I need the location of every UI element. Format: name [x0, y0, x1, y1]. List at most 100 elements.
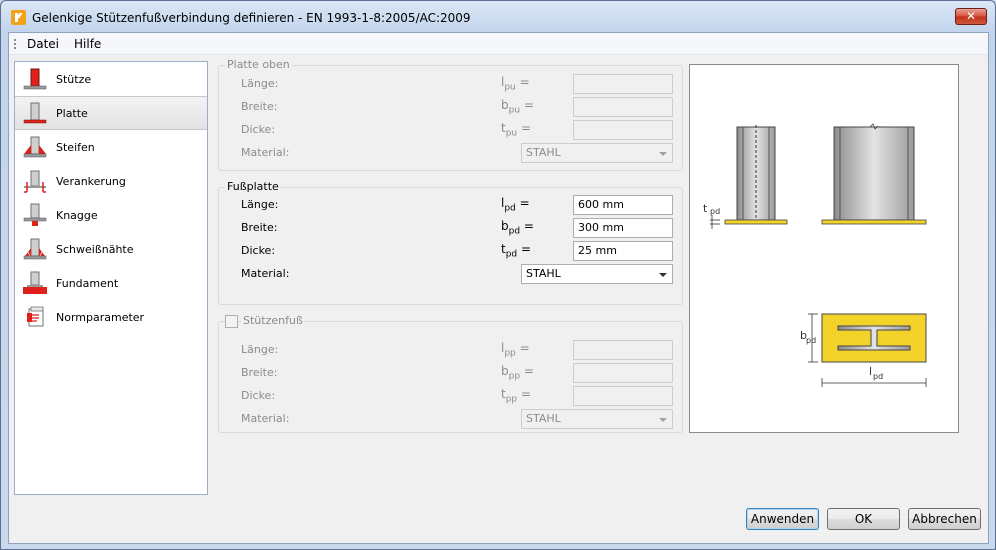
sym-sub: pu	[504, 82, 516, 93]
label-material: Material:	[241, 412, 290, 425]
preview-l-label: l	[869, 365, 872, 378]
label-laenge: Länge:	[241, 343, 279, 356]
sym-equals: =	[523, 364, 534, 378]
nav-label: Normparameter	[56, 310, 145, 324]
chevron-down-icon	[659, 418, 667, 422]
nav-item-knagge[interactable]: Knagge	[15, 198, 207, 232]
sym-sub: pd	[508, 226, 521, 237]
input-b-pu[interactable]	[573, 97, 673, 117]
nav-item-stuetze[interactable]: Stütze	[15, 62, 207, 96]
row-breite: Breite: bpp =	[219, 363, 684, 383]
sym-sub: pd	[504, 203, 516, 214]
row-laenge: Länge: lpd = 600 mm	[219, 195, 684, 215]
symbol-b-pp: bpp =	[501, 364, 561, 381]
sym-sub: pu	[508, 105, 521, 116]
nav-item-steifen[interactable]: Steifen	[15, 130, 207, 164]
sym-sub: pd	[505, 249, 518, 260]
sym-equals: =	[520, 387, 532, 401]
sym-sub: pp	[505, 394, 518, 405]
close-button[interactable]: ✕	[955, 8, 987, 25]
apply-button[interactable]: Anwenden	[746, 508, 819, 530]
sym-main: b	[501, 219, 509, 233]
nav-item-normparameter[interactable]: Normparameter	[15, 300, 207, 334]
preview-t-sub: pd	[710, 207, 720, 216]
row-breite: Breite: bpd = 300 mm	[219, 218, 684, 238]
select-material-stub[interactable]: STAHL	[521, 409, 673, 429]
navigation-list: Stütze Platte Steifen Verankerung Knagge…	[14, 61, 208, 495]
label-dicke: Dicke:	[241, 123, 276, 136]
sym-equals: =	[519, 196, 530, 210]
nav-item-platte[interactable]: Platte	[15, 96, 207, 130]
row-material: Material: STAHL	[219, 143, 684, 163]
input-l-pp[interactable]	[573, 340, 673, 360]
nav-label: Knagge	[56, 208, 98, 222]
group-title: Platte oben	[225, 58, 292, 71]
label-laenge: Länge:	[241, 198, 279, 211]
dialog-client: Datei Hilfe Stütze Platte Steifen Verank…	[8, 32, 989, 544]
input-t-pd[interactable]: 25 mm	[573, 241, 673, 261]
combo-value: STAHL	[526, 267, 561, 280]
symbol-t-pd: tpd =	[501, 242, 561, 259]
select-material-top[interactable]: STAHL	[521, 143, 673, 163]
label-breite: Breite:	[241, 221, 278, 234]
ok-button[interactable]: OK	[827, 508, 900, 530]
sym-equals: =	[523, 219, 534, 233]
symbol-l-pu: lpu =	[501, 75, 561, 92]
symbol-t-pu: tpu =	[501, 121, 561, 138]
stiffener-icon	[23, 136, 47, 158]
row-dicke: Dicke: tpd = 25 mm	[219, 241, 684, 261]
sym-sub: pp	[504, 348, 516, 359]
input-b-pd[interactable]: 300 mm	[573, 218, 673, 238]
group-title-text: Stützenfuß	[243, 314, 303, 327]
side-view: t pd	[703, 125, 788, 229]
input-t-pu[interactable]	[573, 120, 673, 140]
cancel-button[interactable]: Abbrechen	[908, 508, 981, 530]
label-material: Material:	[241, 267, 290, 280]
shear-key-icon	[23, 203, 47, 226]
checkbox-stuetzenfuss[interactable]	[225, 315, 238, 328]
sym-equals: =	[519, 75, 530, 89]
row-material: Material: STAHL	[219, 264, 684, 284]
nav-label: Fundament	[56, 276, 119, 290]
row-breite: Breite: bpu =	[219, 97, 684, 117]
row-laenge: Länge: lpp =	[219, 340, 684, 360]
title-bar[interactable]: Gelenkige Stützenfußverbindung definiere…	[1, 1, 995, 33]
symbol-l-pp: lpp =	[501, 341, 561, 358]
menu-hilfe[interactable]: Hilfe	[74, 37, 101, 51]
sym-main: b	[501, 98, 509, 112]
nav-label: Stütze	[56, 72, 92, 86]
preview-panel: t pd b pd l pd	[689, 64, 959, 433]
input-b-pp[interactable]	[573, 363, 673, 383]
sym-main: b	[501, 364, 509, 378]
label-material: Material:	[241, 146, 290, 159]
row-laenge: Länge: lpu =	[219, 74, 684, 94]
preview-t-label: t	[703, 202, 708, 215]
plate-icon	[23, 102, 47, 124]
input-l-pd[interactable]: 600 mm	[573, 195, 673, 215]
label-laenge: Länge:	[241, 77, 279, 90]
combo-value: STAHL	[526, 412, 561, 425]
select-material-base[interactable]: STAHL	[521, 264, 673, 284]
nav-item-fundament[interactable]: Fundament	[15, 266, 207, 300]
app-logo-icon	[11, 10, 26, 25]
dialog-window: Gelenkige Stützenfußverbindung definiere…	[0, 0, 996, 550]
input-l-pu[interactable]	[573, 74, 673, 94]
group-stuetzenfuss: Stützenfuß Länge: lpp = Breite: bpp = Di…	[218, 314, 684, 433]
preview-l-sub: pd	[873, 372, 883, 381]
menu-datei[interactable]: Datei	[27, 37, 59, 51]
nav-item-verankerung[interactable]: Verankerung	[15, 164, 207, 198]
code-parameters-icon	[27, 306, 44, 327]
sym-equals: =	[520, 242, 532, 256]
menu-grip-icon	[14, 39, 16, 49]
chevron-down-icon	[659, 152, 667, 156]
symbol-b-pu: bpu =	[501, 98, 561, 115]
plan-view: b pd l pd	[800, 313, 927, 387]
nav-label: Verankerung	[56, 174, 126, 188]
nav-item-schweissnaehte[interactable]: Schweißnähte	[15, 232, 207, 266]
nav-label: Platte	[56, 106, 88, 120]
chevron-down-icon	[659, 273, 667, 277]
nav-label: Steifen	[56, 140, 95, 154]
combo-value: STAHL	[526, 146, 561, 159]
input-t-pp[interactable]	[573, 386, 673, 406]
row-dicke: Dicke: tpp =	[219, 386, 684, 406]
